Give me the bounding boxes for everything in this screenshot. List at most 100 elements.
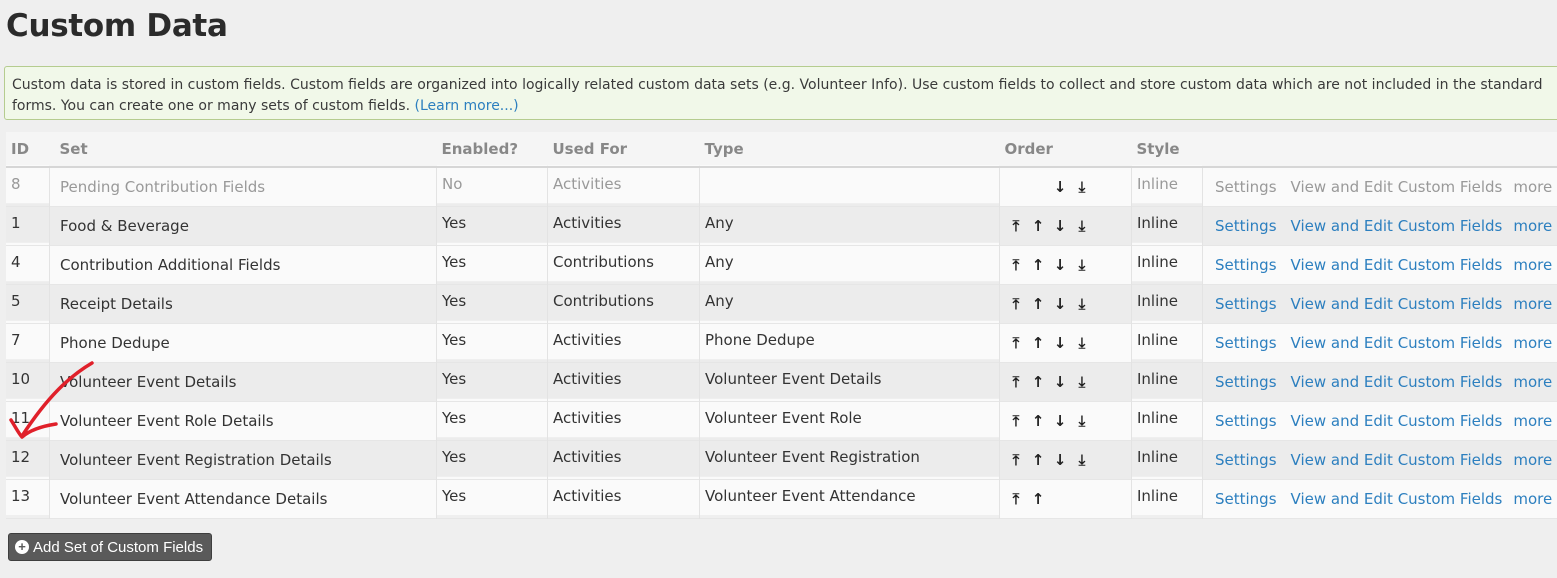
cell-enabled: Yes: [436, 281, 548, 321]
more-menu-link[interactable]: more ▸: [1513, 217, 1557, 235]
settings-link[interactable]: Settings: [1215, 451, 1277, 469]
view-edit-custom-fields-link[interactable]: View and Edit Custom Fields: [1291, 451, 1503, 469]
settings-link[interactable]: Settings: [1215, 217, 1277, 235]
move-up-icon[interactable]: ↑: [1027, 217, 1049, 235]
header-set[interactable]: Set: [49, 132, 437, 168]
cell-id: 13: [6, 476, 50, 516]
move-to-bottom-icon[interactable]: ⤓: [1071, 334, 1093, 352]
cell-set: Phone Dedupe: [49, 323, 437, 363]
more-menu-link[interactable]: more ▸: [1513, 178, 1557, 196]
cell-used-for: Activities: [547, 476, 700, 516]
cell-actions: Settings View and Edit Custom Fields more …: [1203, 480, 1557, 519]
cell-order: ⤒↑↓⤓: [999, 440, 1132, 480]
more-menu-link[interactable]: more ▸: [1513, 256, 1557, 274]
cell-style: Inline: [1131, 164, 1203, 204]
cell-order: ⤒↑↓⤓: [999, 479, 1132, 519]
move-up-icon[interactable]: ↑: [1027, 295, 1049, 313]
cell-id: 5: [6, 281, 50, 321]
header-enabled[interactable]: Enabled?: [436, 132, 548, 168]
move-to-bottom-icon[interactable]: ⤓: [1071, 178, 1093, 196]
add-custom-field-set-button[interactable]: + Add Set of Custom Fields: [8, 533, 213, 561]
custom-data-table: ID Set Enabled? Used For Type Order Styl…: [6, 132, 1557, 519]
cell-type: Phone Dedupe: [699, 320, 1000, 360]
move-down-icon[interactable]: ↓: [1049, 295, 1071, 313]
move-to-bottom-icon[interactable]: ⤓: [1071, 256, 1093, 274]
move-to-top-icon[interactable]: ⤒: [1005, 373, 1027, 391]
move-to-bottom-icon[interactable]: ⤓: [1071, 412, 1093, 430]
settings-link[interactable]: Settings: [1215, 490, 1277, 508]
move-to-bottom-icon[interactable]: ⤓: [1071, 373, 1093, 391]
move-to-bottom-icon[interactable]: ⤓: [1071, 451, 1093, 469]
move-up-icon[interactable]: ↑: [1027, 451, 1049, 469]
header-id[interactable]: ID: [6, 132, 50, 168]
more-label: more: [1513, 334, 1553, 352]
move-to-top-icon[interactable]: ⤒: [1005, 217, 1027, 235]
settings-link[interactable]: Settings: [1215, 295, 1277, 313]
cell-style: Inline: [1131, 320, 1203, 360]
more-menu-link[interactable]: more ▸: [1513, 412, 1557, 430]
move-to-bottom-icon[interactable]: ⤓: [1071, 295, 1093, 313]
move-to-top-icon[interactable]: ⤒: [1005, 490, 1027, 508]
settings-link[interactable]: Settings: [1215, 256, 1277, 274]
cell-used-for: Activities: [547, 164, 700, 204]
cell-actions: Settings View and Edit Custom Fields more …: [1203, 285, 1557, 324]
table-row: 8 Pending Contribution Fields No Activities…: [6, 164, 1557, 207]
cell-set: Pending Contribution Fields: [49, 167, 437, 207]
cell-set: Contribution Additional Fields: [49, 245, 437, 285]
move-down-icon[interactable]: ↓: [1049, 256, 1071, 274]
table-row: 12 Volunteer Event Registration Details Ye…: [6, 437, 1557, 480]
move-to-top-icon[interactable]: ⤒: [1005, 256, 1027, 274]
cell-id: 7: [6, 320, 50, 360]
cell-actions: Settings View and Edit Custom Fields more …: [1203, 167, 1557, 207]
table-row: 4 Contribution Additional Fields Yes Contri…: [6, 242, 1557, 285]
settings-link[interactable]: Settings: [1215, 178, 1277, 196]
more-menu-link[interactable]: more ▸: [1513, 490, 1557, 508]
move-up-icon[interactable]: ↑: [1027, 256, 1049, 274]
cell-id: 4: [6, 242, 50, 282]
learn-more-link[interactable]: (Learn more...): [415, 98, 519, 114]
move-up-icon[interactable]: ↑: [1027, 373, 1049, 391]
cell-enabled: Yes: [436, 320, 548, 360]
move-to-top-icon[interactable]: ⤒: [1005, 451, 1027, 469]
more-menu-link[interactable]: more ▸: [1513, 334, 1557, 352]
settings-link[interactable]: Settings: [1215, 373, 1277, 391]
move-down-icon[interactable]: ↓: [1049, 451, 1071, 469]
settings-link[interactable]: Settings: [1215, 412, 1277, 430]
cell-style: Inline: [1131, 359, 1203, 399]
move-up-icon[interactable]: ↑: [1027, 490, 1049, 508]
cell-actions: Settings View and Edit Custom Fields more …: [1203, 246, 1557, 285]
view-edit-custom-fields-link[interactable]: View and Edit Custom Fields: [1291, 334, 1503, 352]
view-edit-custom-fields-link[interactable]: View and Edit Custom Fields: [1291, 412, 1503, 430]
settings-link[interactable]: Settings: [1215, 334, 1277, 352]
move-down-icon[interactable]: ↓: [1049, 217, 1071, 235]
header-type[interactable]: Type: [699, 132, 1000, 168]
view-edit-custom-fields-link[interactable]: View and Edit Custom Fields: [1291, 295, 1503, 313]
more-menu-link[interactable]: more ▸: [1513, 451, 1557, 469]
move-down-icon[interactable]: ↓: [1049, 373, 1071, 391]
cell-type: [699, 164, 1000, 204]
cell-used-for: Contributions: [547, 242, 700, 282]
move-to-bottom-icon[interactable]: ⤓: [1071, 217, 1093, 235]
more-label: more: [1513, 412, 1553, 430]
view-edit-custom-fields-link[interactable]: View and Edit Custom Fields: [1291, 256, 1503, 274]
move-to-top-icon[interactable]: ⤒: [1005, 412, 1027, 430]
move-down-icon[interactable]: ↓: [1049, 412, 1071, 430]
more-menu-link[interactable]: more ▸: [1513, 295, 1557, 313]
move-up-icon[interactable]: ↑: [1027, 334, 1049, 352]
view-edit-custom-fields-link[interactable]: View and Edit Custom Fields: [1291, 490, 1503, 508]
more-menu-link[interactable]: more ▸: [1513, 373, 1557, 391]
move-up-icon[interactable]: ↑: [1027, 412, 1049, 430]
view-edit-custom-fields-link[interactable]: View and Edit Custom Fields: [1291, 217, 1503, 235]
move-to-top-icon[interactable]: ⤒: [1005, 334, 1027, 352]
help-box: Custom data is stored in custom fields. …: [4, 66, 1557, 120]
view-edit-custom-fields-link[interactable]: View and Edit Custom Fields: [1291, 178, 1503, 196]
move-to-top-icon[interactable]: ⤒: [1005, 295, 1027, 313]
header-style[interactable]: Style: [1131, 132, 1203, 168]
more-label: more: [1513, 295, 1553, 313]
move-down-icon[interactable]: ↓: [1049, 334, 1071, 352]
move-down-icon[interactable]: ↓: [1049, 178, 1071, 196]
header-used-for[interactable]: Used For: [547, 132, 700, 168]
header-order[interactable]: Order: [999, 132, 1132, 168]
help-text-line2-body: forms. You can create one or many sets o…: [12, 98, 415, 114]
view-edit-custom-fields-link[interactable]: View and Edit Custom Fields: [1291, 373, 1503, 391]
